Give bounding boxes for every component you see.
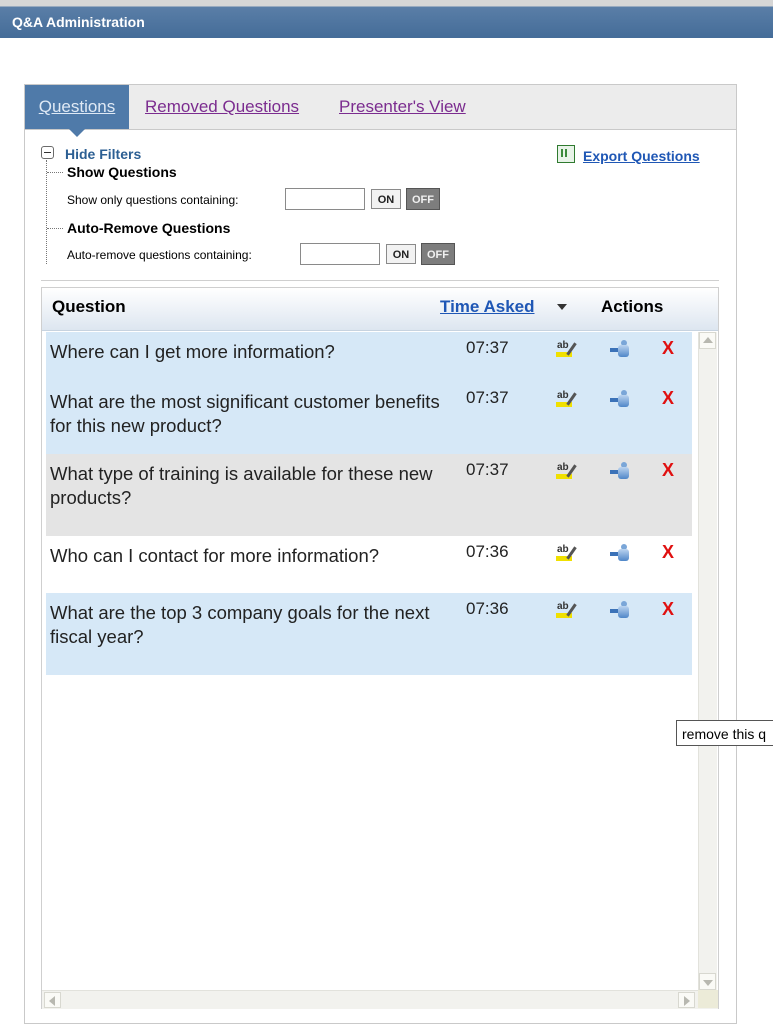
auto-remove-title: Auto-Remove Questions <box>67 220 231 236</box>
hide-filters-link[interactable]: Hide Filters <box>65 146 141 162</box>
edit-spelling-icon[interactable]: ab <box>554 601 580 621</box>
tab-presenters-view[interactable]: Presenter's View <box>339 97 466 117</box>
scroll-corner <box>698 990 718 1008</box>
send-to-presenter-icon[interactable] <box>610 601 632 621</box>
question-text: Where can I get more information? <box>50 341 335 362</box>
tab-strip: Questions Removed Questions Presenter's … <box>25 85 736 130</box>
remove-question-icon[interactable]: X <box>662 388 674 409</box>
tree-branch <box>47 228 63 229</box>
horizontal-scrollbar[interactable] <box>42 990 718 1009</box>
edit-spelling-icon[interactable]: ab <box>554 544 580 564</box>
show-filter-off-button[interactable]: OFF <box>406 188 440 210</box>
time-asked: 07:36 <box>466 542 509 561</box>
excel-icon <box>557 145 575 163</box>
send-to-presenter-icon[interactable] <box>610 462 632 482</box>
remove-question-icon[interactable]: X <box>662 542 674 563</box>
tab-removed-questions[interactable]: Removed Questions <box>145 97 299 117</box>
qa-panel: Questions Removed Questions Presenter's … <box>24 84 737 1024</box>
time-asked: 07:37 <box>466 460 509 479</box>
title-bar: Q&A Administration <box>0 0 773 38</box>
table-row: Who can I contact for more information? … <box>46 536 692 593</box>
time-asked: 07:37 <box>466 388 509 407</box>
remove-tooltip: remove this q <box>676 720 773 746</box>
scroll-left-button[interactable] <box>44 992 61 1008</box>
collapse-icon[interactable] <box>41 146 54 159</box>
question-text: What type of training is available for t… <box>50 463 433 508</box>
question-text: What are the most significant customer b… <box>50 391 440 436</box>
send-to-presenter-icon[interactable] <box>610 544 632 564</box>
remove-question-icon[interactable]: X <box>662 338 674 359</box>
edit-spelling-icon[interactable]: ab <box>554 340 580 360</box>
table-row: What type of training is available for t… <box>46 454 692 536</box>
time-asked: 07:36 <box>466 599 509 618</box>
show-filter-on-button[interactable]: ON <box>371 189 401 209</box>
time-asked: 07:37 <box>466 338 509 357</box>
sort-desc-icon[interactable] <box>557 304 567 310</box>
show-filter-label: Show only questions containing: <box>67 193 239 207</box>
table-row: Where can I get more information? 07:37 … <box>46 332 692 382</box>
tab-questions[interactable]: Questions <box>25 85 129 129</box>
filters-section: Hide Filters Show Questions Show only qu… <box>25 130 736 280</box>
auto-remove-on-button[interactable]: ON <box>386 244 416 264</box>
auto-remove-input[interactable] <box>300 243 380 265</box>
column-header-actions: Actions <box>601 297 664 316</box>
send-to-presenter-icon[interactable] <box>610 340 632 360</box>
show-questions-title: Show Questions <box>67 164 177 180</box>
divider <box>41 280 719 281</box>
grid-header: Question Time Asked Actions <box>42 288 718 331</box>
auto-remove-label: Auto-remove questions containing: <box>67 248 252 262</box>
table-row: What are the top 3 company goals for the… <box>46 593 692 675</box>
questions-grid: Question Time Asked Actions Where can I … <box>41 287 719 1009</box>
remove-question-icon[interactable]: X <box>662 460 674 481</box>
question-text: What are the top 3 company goals for the… <box>50 602 430 647</box>
table-row: What are the most significant customer b… <box>46 382 692 454</box>
tree-line <box>46 160 48 264</box>
remove-question-icon[interactable]: X <box>662 599 674 620</box>
send-to-presenter-icon[interactable] <box>610 390 632 410</box>
edit-spelling-icon[interactable]: ab <box>554 462 580 482</box>
scroll-up-button[interactable] <box>699 332 716 349</box>
auto-remove-off-button[interactable]: OFF <box>421 243 455 265</box>
show-filter-input[interactable] <box>285 188 365 210</box>
tree-branch <box>47 172 63 173</box>
scroll-right-button[interactable] <box>678 992 695 1008</box>
scroll-down-button[interactable] <box>699 973 716 990</box>
edit-spelling-icon[interactable]: ab <box>554 390 580 410</box>
column-header-time-asked[interactable]: Time Asked <box>440 297 535 317</box>
export-questions-label: Export Questions <box>583 148 700 164</box>
window-title: Q&A Administration <box>12 14 145 30</box>
question-text: Who can I contact for more information? <box>50 545 380 566</box>
vertical-scrollbar[interactable] <box>698 332 717 990</box>
column-header-question: Question <box>52 297 126 316</box>
